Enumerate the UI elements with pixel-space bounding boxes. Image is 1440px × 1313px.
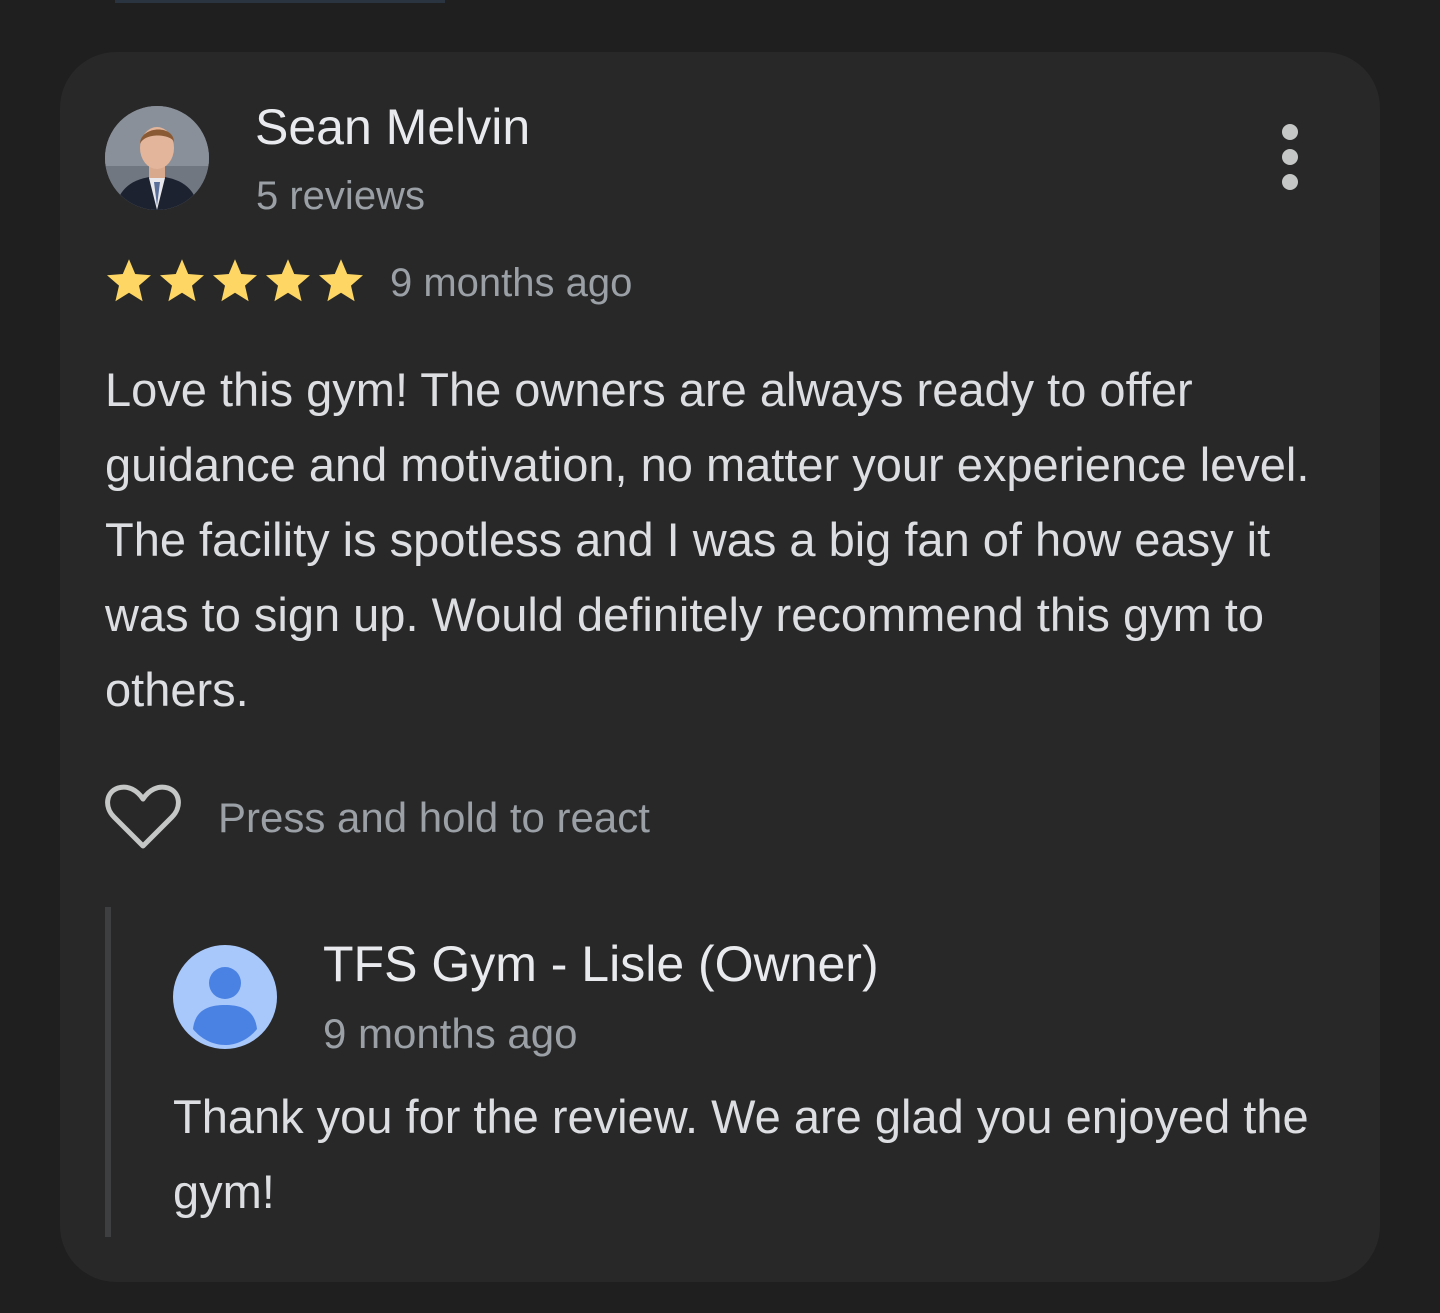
more-vert-icon xyxy=(1282,124,1298,140)
owner-avatar xyxy=(173,945,277,1049)
reply-date: 9 months ago xyxy=(323,1010,578,1057)
star-icon xyxy=(158,258,206,304)
star-icon xyxy=(317,258,365,304)
review-date: 9 months ago xyxy=(390,261,633,305)
react-label[interactable]: Press and hold to react xyxy=(218,794,650,842)
react-button[interactable] xyxy=(104,782,182,852)
top-divider xyxy=(115,0,445,3)
star-icon xyxy=(211,258,259,304)
star-icon xyxy=(105,258,153,304)
reviewer-name[interactable]: Sean Melvin xyxy=(255,98,530,156)
more-options-button[interactable] xyxy=(1270,124,1310,190)
star-icon xyxy=(264,258,312,304)
reviewer-avatar[interactable] xyxy=(105,106,209,210)
review-text: Love this gym! The owners are always rea… xyxy=(105,363,1310,716)
owner-name: TFS Gym - Lisle (Owner) xyxy=(323,936,879,992)
reviewer-review-count: 5 reviews xyxy=(256,174,425,218)
owner-reply: TFS Gym - Lisle (Owner) 9 months ago Tha… xyxy=(105,907,1351,1237)
review-card: Sean Melvin 5 reviews 9 months ago Love … xyxy=(60,52,1380,1282)
star-rating xyxy=(105,258,365,304)
person-icon xyxy=(173,945,277,1049)
reply-text: Thank you for the review. We are glad yo… xyxy=(173,1090,1309,1218)
heart-outline-icon xyxy=(105,784,181,849)
